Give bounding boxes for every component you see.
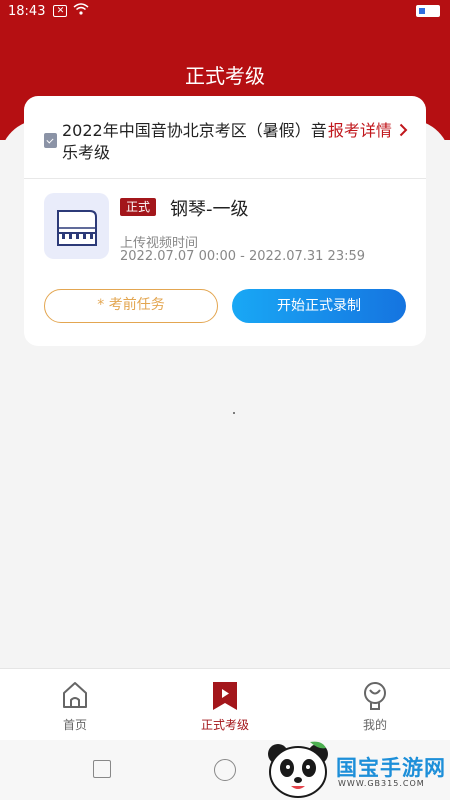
tab-home[interactable]: 首页 [0,669,150,741]
tab-mine[interactable]: 我的 [300,669,450,741]
official-badge: 正式 [120,198,157,216]
panda-logo-icon [268,741,328,798]
notification-icon: ✕ [53,5,68,17]
exam-subject: 钢琴-一级 [170,199,249,220]
piano-icon [44,193,109,259]
wifi-icon [73,3,89,19]
pre-exam-task-button[interactable]: * 考前任务 [44,289,218,323]
exam-card: 2022年中国音协北京考区（暑假）音乐考级 报考详情 正式 钢琴-一级 上传视频… [24,96,426,346]
home-button[interactable] [214,759,236,781]
exam-detail-label: 报考详情 [327,121,392,140]
status-bar: 18:43 ✕ [0,0,450,22]
battery-icon [416,5,440,17]
watermark-text: 国宝手游网 [336,756,446,780]
loading-dot [233,412,235,414]
upload-time-range: 2022.07.07 00:00 - 2022.07.31 23:59 [120,249,366,264]
watermark-url: WWW.GB315.COM [338,779,425,788]
tab-exam-label: 正式考级 [200,718,249,732]
document-check-icon [44,133,57,148]
bottom-tab-bar: 首页 正式考级 我的 [0,668,450,740]
exam-name: 2022年中国音协北京考区（暑假）音乐考级 [62,121,327,162]
exam-title-row: 2022年中国音协北京考区（暑假）音乐考级 报考详情 [44,120,408,164]
watermark: 国宝手游网 WWW.GB315.COM [264,740,450,800]
card-divider [24,178,426,179]
tab-mine-label: 我的 [362,718,387,732]
chevron-right-icon [392,121,408,140]
tab-home-label: 首页 [62,718,87,732]
exam-detail-link[interactable]: 报考详情 [328,120,408,142]
page-title: 正式考级 [185,64,265,88]
tab-exam[interactable]: 正式考级 [150,669,300,741]
status-time: 18:43 [8,3,46,19]
start-recording-button[interactable]: 开始正式录制 [232,289,406,323]
recent-apps-button[interactable] [93,760,111,778]
